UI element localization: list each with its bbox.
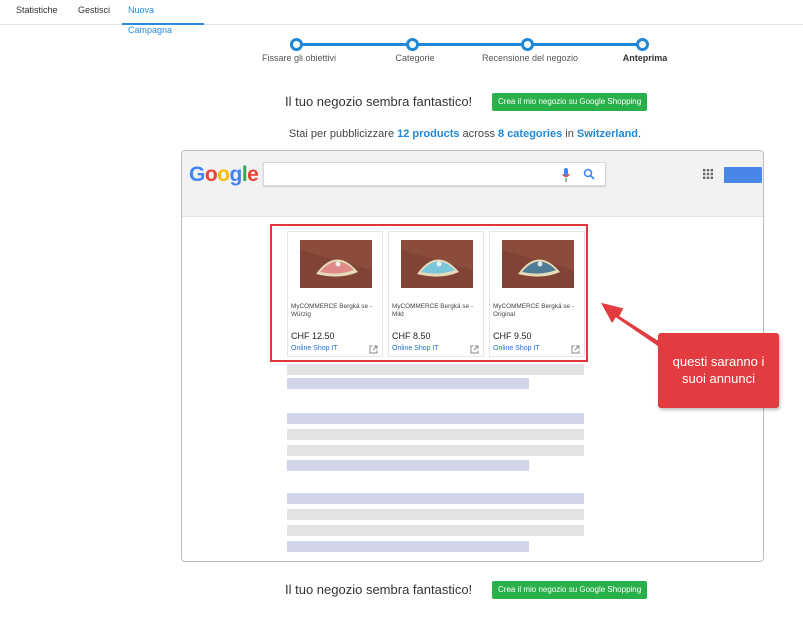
tab-nuova-campagna[interactable]: Nuova Campagna [122, 0, 204, 35]
create-shop-button[interactable]: Crea il mio negozio su Google Shopping [492, 93, 648, 111]
product-price: CHF 12.50 [291, 331, 335, 341]
product-price: CHF 8.50 [392, 331, 431, 341]
placeholder-line [287, 378, 529, 389]
placeholder-line [287, 541, 529, 552]
step-dot-3[interactable] [521, 38, 534, 51]
product-price: CHF 9.50 [493, 331, 532, 341]
product-card[interactable]: MyCOMMERCE Bergkä se - Würzig CHF 12.50 … [287, 231, 383, 357]
step-label-categories: Categorie [395, 53, 435, 63]
logo-letter-1: G [189, 163, 205, 186]
product-title: MyCOMMERCE Bergkä se - Mild [392, 303, 473, 318]
microphone-icon[interactable] [561, 168, 571, 182]
summary-products: 12 products [397, 128, 460, 140]
summary-in: in [565, 128, 574, 140]
google-header: Google [182, 151, 763, 217]
logo-letter-3: o [217, 163, 230, 186]
step-label-preview: Anteprima [622, 53, 668, 63]
summary-across: across [462, 128, 495, 140]
product-title: MyCOMMERCE Bergkä se - Würzig [291, 303, 372, 318]
product-card[interactable]: MyCOMMERCE Bergkä se - Original CHF 9.50… [489, 231, 585, 357]
google-search-input[interactable] [263, 162, 606, 186]
summary-end: . [638, 128, 642, 140]
external-link-icon[interactable] [470, 345, 479, 354]
product-shop-link[interactable]: Online Shop IT [493, 345, 540, 352]
summary-categories: 8 categories [498, 128, 563, 140]
callout-line-1: questi saranno i [672, 354, 765, 369]
stepper-line [296, 43, 643, 46]
external-link-icon[interactable] [369, 345, 378, 354]
placeholder-line [287, 460, 529, 471]
top-tabs: Statistiche Gestisci Nuova Campagna [0, 0, 803, 35]
campaign-summary: Stai per pubblicizzare 12 products acros… [0, 128, 803, 140]
placeholder-line [287, 364, 584, 375]
product-shop-link[interactable]: Online Shop IT [392, 345, 439, 352]
placeholder-line [287, 493, 584, 504]
step-label-review: Recensione del negozio [481, 53, 579, 63]
summary-prefix: Stai per pubblicizzare [288, 128, 395, 140]
callout-line-2: suoi annunci [682, 371, 755, 386]
product-image [502, 240, 574, 288]
tab-statistiche[interactable]: Statistiche [16, 0, 58, 25]
tab-gestisci[interactable]: Gestisci [78, 0, 110, 25]
placeholder-line [287, 429, 584, 440]
headline-text: Il tuo negozio sembra fantastico! [285, 94, 473, 109]
step-dot-1[interactable] [290, 38, 303, 51]
product-image [300, 240, 372, 288]
product-image [401, 240, 473, 288]
placeholder-line [287, 413, 584, 424]
external-link-icon[interactable] [571, 345, 580, 354]
google-logo: Google [189, 163, 259, 187]
headline-bottom: Il tuo negozio sembra fantastico! Crea i… [0, 580, 803, 600]
product-title: MyCOMMERCE Bergkä se - Original [493, 303, 574, 318]
step-label-objectives: Fissare gli obiettivi [261, 53, 337, 63]
headline-top: Il tuo negozio sembra fantastico! Crea i… [0, 92, 803, 112]
product-card[interactable]: MyCOMMERCE Bergkä se - Mild CHF 8.50 Onl… [388, 231, 484, 357]
logo-letter-4: g [229, 163, 243, 186]
campaign-stepper: Fissare gli obiettivi Categorie Recensio… [0, 37, 803, 67]
summary-country: Switzerland [576, 128, 639, 140]
step-dot-4[interactable] [636, 38, 649, 51]
apps-grid-icon[interactable] [703, 169, 713, 179]
placeholder-line [287, 525, 584, 536]
headline-text-bottom: Il tuo negozio sembra fantastico! [285, 582, 473, 597]
placeholder-line [287, 509, 584, 520]
create-shop-button-bottom[interactable]: Crea il mio negozio su Google Shopping [492, 581, 648, 599]
placeholder-line [287, 445, 584, 456]
logo-letter-2: o [204, 163, 218, 186]
step-dot-2[interactable] [406, 38, 419, 51]
sign-in-button[interactable] [724, 167, 762, 183]
product-shop-link[interactable]: Online Shop IT [291, 345, 338, 352]
logo-letter-6: e [247, 163, 259, 186]
search-icon[interactable] [583, 168, 595, 180]
callout-annotation: questi saranno i suoi annunci [658, 333, 779, 408]
